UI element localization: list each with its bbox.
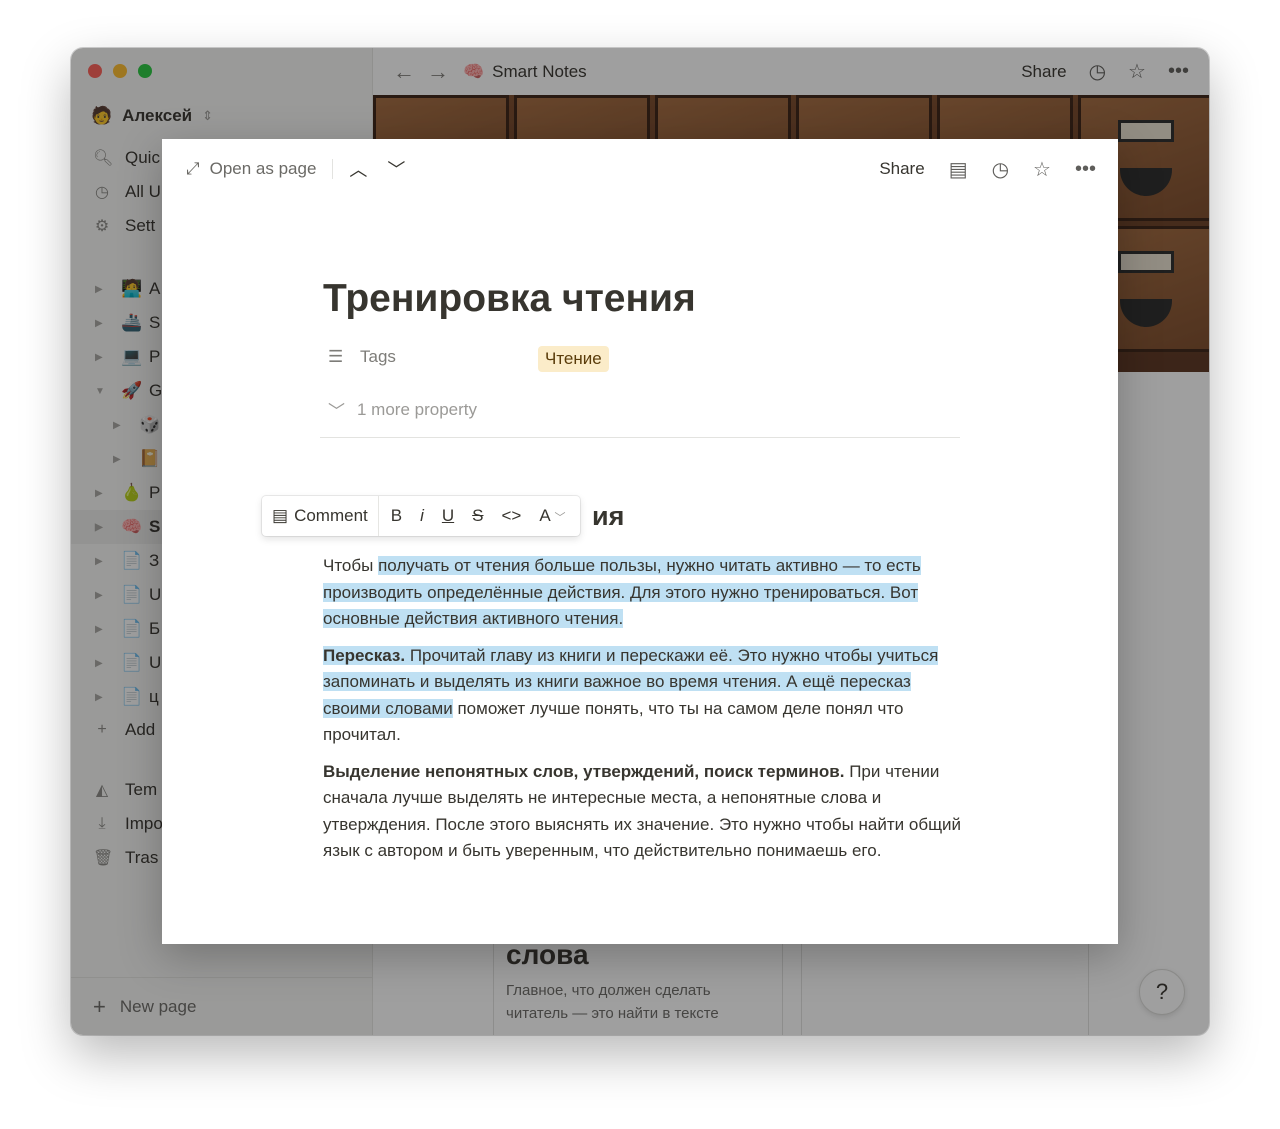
page-body[interactable]: Чтобы получать от чтения больше пользы, … [323, 553, 963, 875]
page-switcher: ︿ ﹀ [349, 156, 405, 182]
chevron-down-icon: ﹀ [554, 512, 566, 524]
bold-text: Выделение непонятных слов, утверждений, … [323, 761, 845, 781]
more-property-label: 1 more property [357, 399, 477, 419]
app-window: 🧑 Алексей ⇕ 🔍︎ Quic ◷ All U ⚙ Sett ▶ 🧑‍💻 A… [71, 48, 1209, 1035]
more-icon[interactable]: ••• [1075, 158, 1096, 181]
comment-icon: ▤ [272, 506, 289, 525]
divider [332, 159, 334, 179]
expand-icon: ⤢ [186, 159, 200, 178]
inline-format-toolbar: ▤ Comment B i U S <> A ﹀ [262, 496, 580, 536]
italic-button[interactable]: i [411, 506, 433, 526]
modal-actions: Share ▤ ◷ ☆ ••• [879, 157, 1096, 182]
paragraph[interactable]: Пересказ. Прочитай главу из книги и пере… [323, 643, 963, 749]
comment-icon[interactable]: ▤ [949, 157, 968, 182]
comment-label: Comment [294, 506, 368, 525]
text-color-button[interactable]: A ﹀ [530, 506, 579, 526]
bold-button[interactable]: B [379, 506, 411, 526]
page-peek-modal: ⤢ Open as page ︿ ﹀ Share ▤ ◷ ☆ ••• Трени… [162, 139, 1118, 944]
history-icon[interactable]: ◷ [992, 157, 1009, 182]
open-as-page-button[interactable]: ⤢ Open as page [186, 159, 316, 179]
modal-share-button[interactable]: Share [879, 159, 924, 179]
chevron-down-icon: ﹀ [328, 402, 345, 421]
page-title[interactable]: Тренировка чтения [323, 277, 696, 321]
underline-button[interactable]: U [433, 506, 463, 526]
comment-button[interactable]: ▤ Comment [262, 496, 379, 536]
code-button[interactable]: <> [493, 506, 531, 526]
modal-toolbar: ⤢ Open as page ︿ ﹀ Share ▤ ◷ ☆ ••• [162, 139, 1118, 199]
strikethrough-button[interactable]: S [463, 506, 492, 526]
star-icon[interactable]: ☆ [1033, 157, 1051, 182]
section-heading[interactable]: ия [592, 501, 624, 532]
property-label: Tags [360, 347, 396, 366]
paragraph[interactable]: Выделение непонятных слов, утверждений, … [323, 759, 963, 865]
text-color-label: A [539, 506, 550, 525]
open-as-page-label: Open as page [209, 159, 317, 178]
chevron-up-icon[interactable]: ︿ [349, 156, 367, 182]
more-property-toggle[interactable]: ﹀ 1 more property [328, 397, 477, 422]
properties-divider [320, 437, 960, 438]
bold-text: Пересказ. [323, 645, 406, 665]
selected-text: получать от чтения больше пользы, нужно … [323, 556, 921, 628]
chevron-down-icon[interactable]: ﹀ [387, 156, 405, 182]
tag-badge[interactable]: Чтение [538, 346, 609, 372]
paragraph[interactable]: Чтобы получать от чтения больше пользы, … [323, 553, 963, 633]
text-run: Чтобы [323, 556, 379, 575]
property-tags[interactable]: ☰ Tags [328, 347, 396, 367]
list-icon: ☰ [328, 347, 344, 366]
